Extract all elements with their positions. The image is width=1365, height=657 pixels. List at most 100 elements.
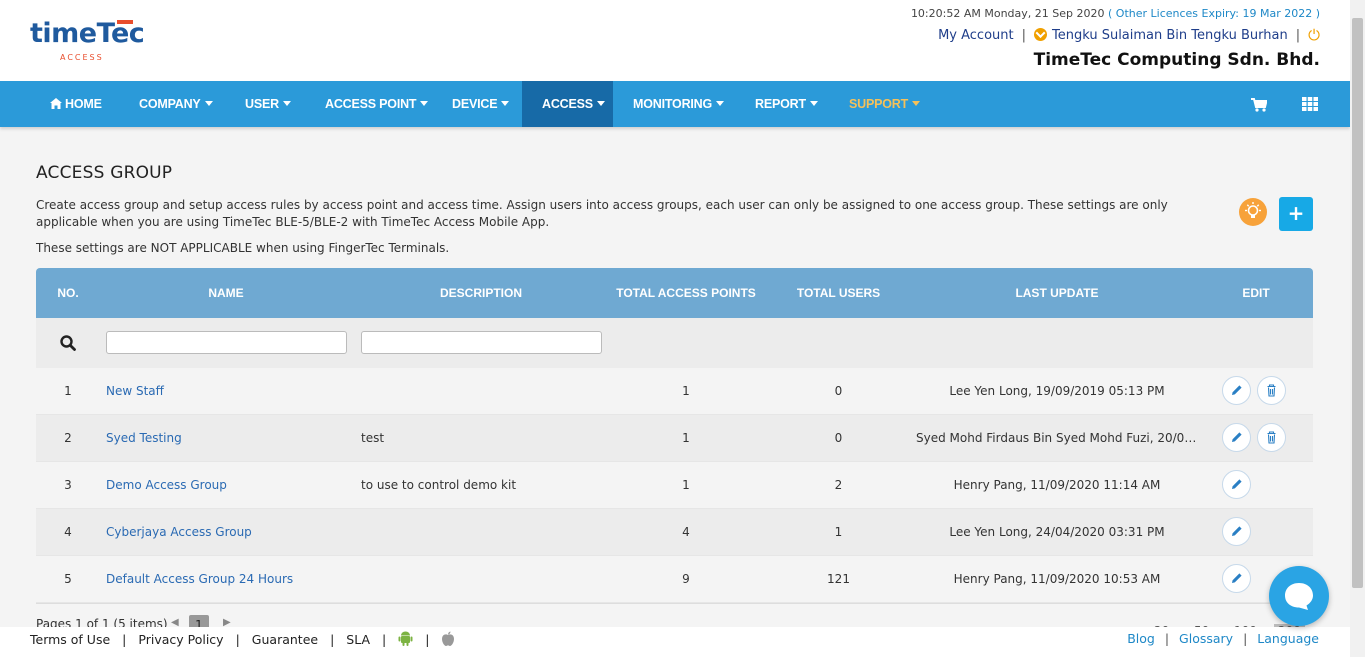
company-name: TimeTec Computing Sdn. Bhd. (1033, 50, 1320, 70)
logo-subtext: ACCESS (60, 53, 104, 62)
separator: | (382, 631, 387, 647)
sla-link[interactable]: SLA (346, 632, 370, 647)
page-description: Create access group and setup access rul… (36, 198, 1168, 229)
separator: | (122, 631, 127, 647)
row-total-access-points: 1 (682, 478, 690, 492)
nav-access-label: ACCESS (542, 97, 593, 111)
edit-button[interactable] (1222, 517, 1251, 546)
scrollbar-thumb[interactable] (1352, 18, 1363, 588)
chat-icon (1285, 583, 1313, 610)
row-no: 1 (64, 384, 72, 398)
page-scrollbar[interactable] (1350, 0, 1365, 657)
user-profile-link[interactable]: Tengku Sulaiman Bin Tengku Burhan (1033, 27, 1288, 43)
apple-icon[interactable] (441, 631, 455, 647)
row-total-users: 0 (834, 384, 843, 398)
edit-button[interactable] (1222, 423, 1251, 452)
row-name-link[interactable]: Default Access Group 24 Hours (106, 556, 346, 603)
nav-device[interactable]: DEVICE (452, 81, 510, 127)
nav-device-label: DEVICE (452, 97, 498, 111)
caret-down-icon (282, 101, 291, 106)
edit-button[interactable] (1222, 564, 1251, 593)
nav-user[interactable]: USER (245, 81, 291, 127)
row-name-link[interactable]: Cyberjaya Access Group (106, 509, 346, 556)
tips-button[interactable] (1239, 198, 1267, 226)
trash-icon (1267, 431, 1276, 444)
user-icon (1033, 27, 1047, 41)
logout-power-icon[interactable]: ⏻ (1308, 26, 1320, 44)
language-link[interactable]: Language (1257, 631, 1319, 646)
chat-button[interactable] (1269, 566, 1329, 626)
table-row[interactable]: 5 Default Access Group 24 Hours 9 121 He… (36, 556, 1313, 603)
table-header: NO. NAME DESCRIPTION TOTAL ACCESS POINTS… (36, 268, 1313, 318)
licence-expiry[interactable]: ( Other Licences Expiry: 19 Mar 2022 ) (1108, 7, 1320, 20)
row-last-update: Lee Yen Long, 24/04/2020 03:31 PM (949, 525, 1165, 539)
table-row[interactable]: 4 Cyberjaya Access Group 4 1 Lee Yen Lon… (36, 509, 1313, 556)
caret-down-icon (809, 101, 818, 106)
nav-support[interactable]: SUPPORT (849, 81, 921, 127)
name-filter-input[interactable] (106, 331, 347, 354)
table-row[interactable]: 2 Syed Testing test 1 0 Syed Mohd Firdau… (36, 415, 1313, 462)
pencil-icon (1232, 432, 1242, 442)
caret-down-icon (912, 101, 921, 106)
row-total-users: 0 (834, 431, 843, 445)
header-account-area: 10:20:52 AM Monday, 21 Sep 2020 ( Other … (911, 7, 1320, 70)
row-name-link[interactable]: Syed Testing (106, 415, 346, 462)
table-row[interactable]: 1 New Staff 1 0 Lee Yen Long, 19/09/2019… (36, 368, 1313, 415)
edit-button[interactable] (1222, 376, 1251, 405)
delete-button[interactable] (1257, 423, 1286, 452)
nav-report-label: REPORT (755, 97, 806, 111)
col-no[interactable]: NO. (36, 268, 100, 318)
trash-icon (1267, 384, 1276, 397)
separator: | (1164, 631, 1170, 646)
nav-report[interactable]: REPORT (755, 81, 818, 127)
row-name-link[interactable]: Demo Access Group (106, 462, 346, 509)
edit-button[interactable] (1222, 470, 1251, 499)
footer: Terms of Use | Privacy Policy | Guarante… (0, 627, 1350, 657)
nav-access[interactable]: ACCESS (522, 81, 613, 127)
nav-home[interactable]: HOME (50, 81, 102, 127)
row-last-update: Henry Pang, 11/09/2020 11:14 AM (953, 478, 1161, 492)
glossary-link[interactable]: Glossary (1179, 631, 1233, 646)
col-edit: EDIT (1242, 286, 1270, 300)
timetec-access-logo[interactable]: timeTec ACCESS (30, 18, 150, 64)
delete-button[interactable] (1257, 376, 1286, 405)
blog-link[interactable]: Blog (1127, 631, 1155, 646)
row-last-update: Lee Yen Long, 19/09/2019 05:13 PM (949, 384, 1165, 398)
col-total-access-points[interactable]: TOTAL ACCESS POINTS (611, 268, 761, 318)
datetime-line: 10:20:52 AM Monday, 21 Sep 2020 ( Other … (911, 7, 1320, 20)
row-no: 4 (64, 525, 72, 539)
separator: | (425, 631, 430, 647)
pencil-icon (1232, 526, 1242, 536)
description-filter-input[interactable] (361, 331, 602, 354)
separator: | (1021, 27, 1026, 43)
guarantee-link[interactable]: Guarantee (252, 632, 318, 647)
caret-down-icon (501, 101, 510, 106)
nav-home-label: HOME (65, 97, 102, 111)
col-name[interactable]: NAME (106, 268, 346, 318)
row-name-link[interactable]: New Staff (106, 368, 346, 415)
account-links: My Account | Tengku Sulaiman Bin Tengku … (911, 26, 1320, 44)
nav-monitoring-label: MONITORING (633, 97, 713, 111)
nav-monitoring[interactable]: MONITORING (633, 81, 725, 127)
pencil-icon (1232, 573, 1242, 583)
apps-grid-icon[interactable] (1302, 97, 1318, 111)
main-nav: HOME COMPANY USER ACCESS POINT DEVICE AC… (0, 81, 1350, 127)
nav-access-point[interactable]: ACCESS POINT (325, 81, 429, 127)
privacy-link[interactable]: Privacy Policy (138, 632, 223, 647)
shopping-cart-icon[interactable] (1251, 98, 1267, 112)
caret-down-icon (716, 101, 725, 106)
col-description[interactable]: DESCRIPTION (361, 268, 601, 318)
my-account-link[interactable]: My Account (938, 28, 1014, 43)
lightbulb-icon (1245, 202, 1261, 218)
terms-link[interactable]: Terms of Use (30, 632, 110, 647)
add-access-group-button[interactable]: + (1279, 197, 1313, 231)
row-no: 2 (64, 431, 72, 445)
col-last-update[interactable]: LAST UPDATE (916, 268, 1198, 318)
nav-company[interactable]: COMPANY (139, 81, 213, 127)
row-description: test (361, 431, 385, 445)
col-total-users[interactable]: TOTAL USERS (776, 268, 901, 318)
row-last-update: Henry Pang, 11/09/2020 10:53 AM (953, 572, 1161, 586)
footer-left-links: Terms of Use | Privacy Policy | Guarante… (30, 631, 455, 647)
android-icon[interactable] (398, 631, 413, 647)
table-row[interactable]: 3 Demo Access Group to use to control de… (36, 462, 1313, 509)
